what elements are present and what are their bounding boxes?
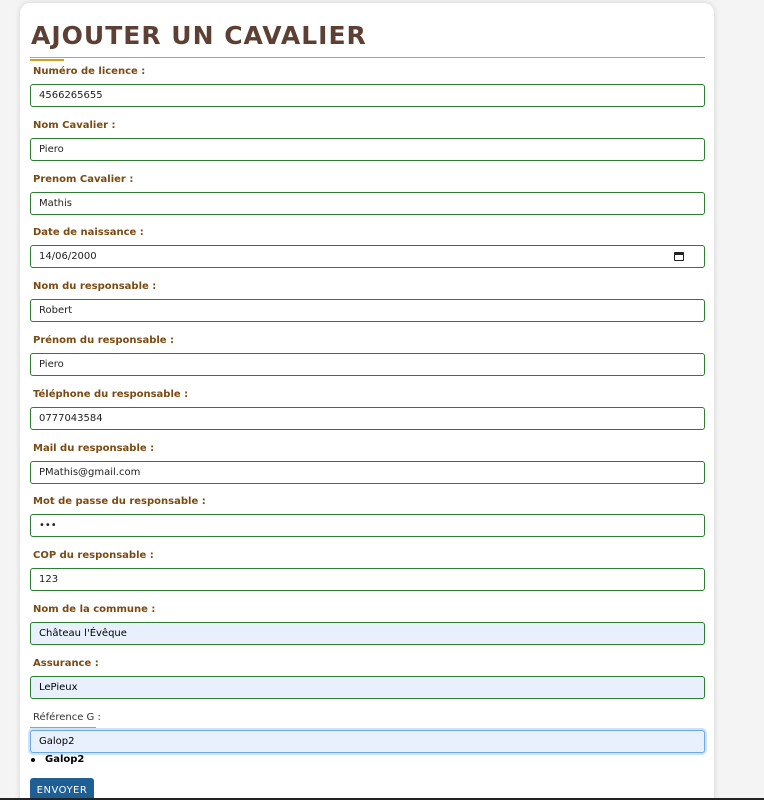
license-number-label: Numéro de licence : bbox=[33, 66, 146, 77]
bullet-icon bbox=[31, 758, 35, 762]
guardian-postal-code-input[interactable]: 123 bbox=[30, 568, 705, 592]
field-license-number: Numéro de licence : 4566265655 bbox=[30, 62, 705, 116]
guardian-phone-label: Téléphone du responsable : bbox=[33, 388, 189, 400]
field-guardian-postal-code: COP du responsable : 123 bbox=[30, 546, 705, 600]
submit-button[interactable]: ENVOYER bbox=[30, 778, 94, 800]
field-rider-first-name: Prenom Cavalier : Mathis bbox=[30, 170, 705, 224]
license-number-input[interactable]: 4566265655 bbox=[30, 84, 705, 107]
commune-name-label: Nom de la commune : bbox=[33, 603, 156, 615]
field-commune-name: Nom de la commune : Château l'Évêque bbox=[30, 600, 705, 654]
guardian-first-name-input[interactable]: Piero bbox=[30, 352, 705, 376]
commune-name-input[interactable]: Château l'Évêque bbox=[30, 621, 705, 645]
rider-last-name-label: Nom Cavalier : bbox=[33, 119, 116, 131]
suggestion-text: Galop2 bbox=[45, 754, 85, 765]
field-guardian-last-name: Nom du responsable : Robert bbox=[30, 277, 705, 331]
field-guardian-phone: Téléphone du responsable : 0777043584 bbox=[30, 385, 705, 439]
guardian-first-name-label: Prénom du responsable : bbox=[33, 334, 175, 346]
guardian-email-input[interactable]: PMathis@gmail.com bbox=[30, 460, 705, 484]
guardian-postal-code-label: COP du responsable : bbox=[33, 550, 154, 562]
field-guardian-first-name: Prénom du responsable : Piero bbox=[30, 331, 705, 385]
guardian-password-label: Mot de passe du responsable : bbox=[33, 496, 206, 508]
insurance-label: Assurance : bbox=[33, 657, 99, 669]
guardian-last-name-label: Nom du responsable : bbox=[33, 281, 157, 293]
field-galop-reference: Référence G : Galop2 bbox=[30, 708, 705, 762]
label-underline bbox=[30, 726, 96, 728]
rider-form: Numéro de licence : 4566265655 Nom Caval… bbox=[30, 62, 705, 761]
galop-reference-label: Référence G : bbox=[33, 711, 101, 723]
suggestion-item[interactable]: Galop2 bbox=[30, 753, 84, 767]
field-rider-last-name: Nom Cavalier : Piero bbox=[30, 116, 705, 170]
rider-last-name-input[interactable]: Piero bbox=[30, 137, 705, 161]
field-guardian-email: Mail du responsable : PMathis@gmail.com bbox=[30, 439, 705, 493]
field-guardian-password: Mot de passe du responsable : ••• bbox=[30, 492, 705, 546]
title-accent-bar bbox=[30, 59, 64, 61]
guardian-phone-input[interactable]: 0777043584 bbox=[30, 406, 705, 430]
galop-reference-input[interactable]: Galop2 bbox=[30, 729, 705, 753]
insurance-input[interactable]: LePieux bbox=[30, 675, 705, 699]
guardian-email-label: Mail du responsable : bbox=[33, 442, 155, 454]
rider-first-name-input[interactable]: Mathis bbox=[30, 191, 705, 215]
birth-date-value: 14/06/2000 bbox=[39, 251, 97, 263]
rider-first-name-label: Prenom Cavalier : bbox=[33, 173, 134, 185]
page-title: AJOUTER UN CAVALIER bbox=[31, 21, 367, 50]
field-insurance: Assurance : LePieux bbox=[30, 654, 705, 708]
title-divider bbox=[30, 57, 705, 58]
birth-date-label: Date de naissance : bbox=[33, 227, 144, 239]
field-birth-date: Date de naissance : 14/06/2000 bbox=[30, 223, 705, 277]
suggestion-list: Galop2 bbox=[30, 753, 84, 767]
guardian-password-input[interactable]: ••• bbox=[30, 514, 705, 538]
calendar-icon[interactable] bbox=[674, 252, 684, 262]
birth-date-input[interactable]: 14/06/2000 bbox=[30, 245, 705, 269]
guardian-last-name-input[interactable]: Robert bbox=[30, 299, 705, 323]
page: AJOUTER UN CAVALIER Numéro de licence : … bbox=[0, 0, 764, 800]
